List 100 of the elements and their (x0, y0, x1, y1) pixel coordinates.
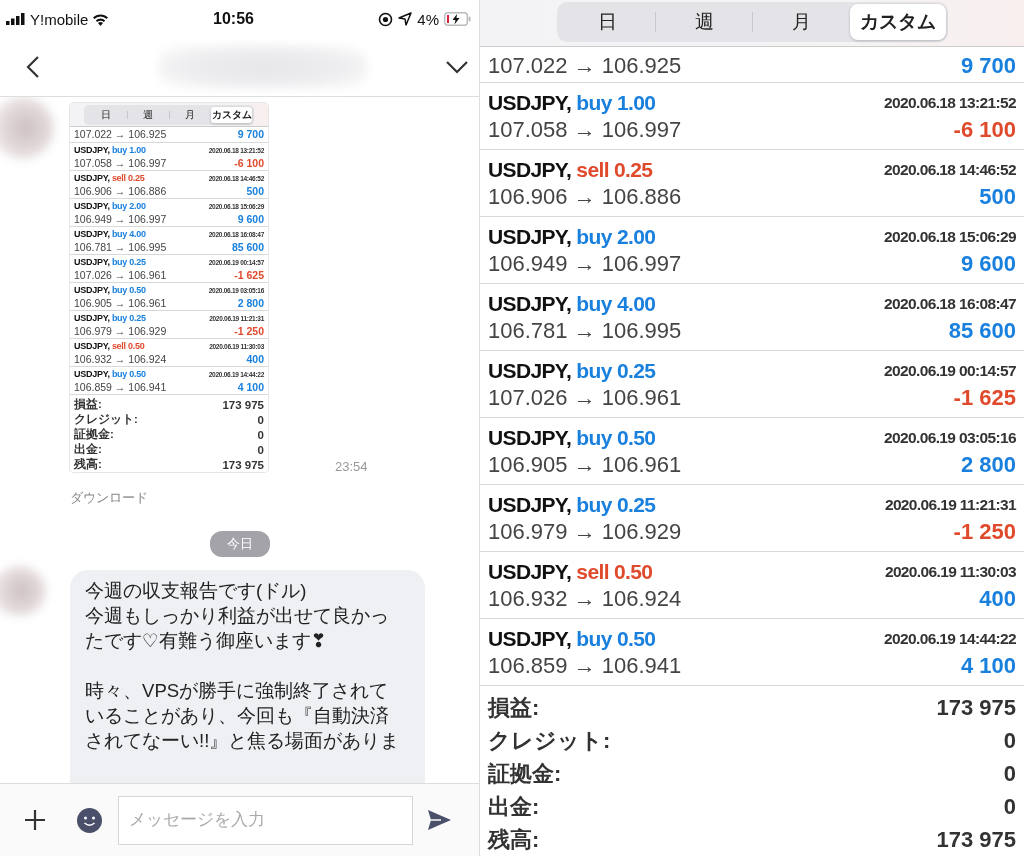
report-screenshot[interactable] (70, 103, 268, 473)
trade-time: 2020.06.19 00:14:57 (884, 361, 1016, 380)
trade-prices: 106.859 → 106.941 (488, 653, 682, 680)
trade-prices: 106.906 → 106.886 (74, 184, 167, 197)
summary-value: 173 975 (936, 694, 1016, 721)
wifi-icon (92, 12, 110, 26)
trade-profit: -6 100 (953, 117, 1016, 144)
chevron-down-icon[interactable] (445, 60, 469, 74)
trade-profit: 9 700 (960, 53, 1016, 80)
trade-profit: 9 700 (237, 127, 264, 140)
avatar (0, 566, 46, 617)
trade-title: USDJPY, buy 0.25 (74, 313, 146, 323)
trade-profit: 400 (246, 352, 264, 365)
period-tab[interactable]: 月 (169, 107, 211, 123)
summary-label: クレジット: (488, 726, 611, 755)
summary-label: 損益: (488, 693, 540, 722)
emoji-icon[interactable] (77, 807, 102, 833)
trade-profit: -1 250 (234, 324, 264, 337)
trade-title: USDJPY, buy 0.25 (74, 257, 146, 267)
trade-prices: 106.949 → 106.997 (74, 212, 167, 225)
message-text: 今週もしっかり利益が出せて良かっ (85, 604, 390, 629)
trade-title: USDJPY, buy 1.00 (74, 145, 146, 155)
trade-time: 2020.06.18 15:06:29 (884, 227, 1016, 246)
summary-label: 損益: (74, 397, 102, 413)
signal-icon (6, 13, 26, 25)
trade-profit: -1 625 (953, 385, 1016, 412)
trade-profit: 85 600 (948, 318, 1016, 345)
trade-profit: 4 100 (237, 380, 264, 393)
message-text: いることがあり、今回も『自動決済 (85, 704, 390, 729)
trade-time: 2020.06.18 14:46:52 (884, 160, 1016, 179)
back-icon[interactable] (26, 55, 40, 79)
summary-label: 証拠金: (488, 759, 562, 788)
trade-profit: 9 600 (960, 251, 1016, 278)
summary-label: 証拠金: (74, 427, 114, 443)
date-badge: 今日 (209, 531, 270, 558)
trade-profit: 2 800 (237, 296, 264, 309)
period-tab[interactable]: 月 (753, 4, 849, 40)
trade-title: USDJPY, buy 2.00 (488, 224, 656, 249)
message-text: 時々、VPSが勝手に強制終了されて (85, 679, 390, 704)
trade-prices: 107.022 → 106.925 (74, 127, 167, 140)
battery-percent: 4% (417, 10, 439, 28)
download-link[interactable]: ダウンロード (70, 490, 148, 508)
trade-prices: 106.781 → 106.995 (74, 240, 167, 253)
summary-value: 0 (257, 443, 264, 456)
trade-profit: -6 100 (234, 156, 264, 169)
period-tab[interactable]: カスタム (211, 107, 252, 123)
period-tab[interactable]: 日 (86, 107, 127, 123)
period-tab[interactable]: 週 (127, 107, 169, 123)
trade-prices: 106.905 → 106.961 (488, 452, 682, 479)
battery-icon (444, 12, 471, 26)
trade-time: 2020.06.19 14:44:22 (884, 629, 1016, 648)
message-text: されてなーい!!』と焦る場面がありま (85, 729, 401, 754)
trade-profit: 9 600 (237, 212, 264, 225)
trade-title: USDJPY, buy 0.50 (488, 626, 656, 651)
trade-profit: 4 100 (960, 653, 1016, 680)
trade-title: USDJPY, buy 4.00 (74, 229, 146, 239)
trade-prices: 106.979 → 106.929 (74, 324, 167, 337)
carrier-name: Y!mobile (30, 10, 89, 28)
trade-prices: 107.058 → 106.997 (74, 156, 167, 169)
trade-profit: -1 625 (234, 268, 264, 281)
trade-prices: 107.022 → 106.925 (488, 53, 682, 80)
plus-icon[interactable] (24, 809, 46, 831)
trade-time: 2020.06.19 11:21:31 (884, 495, 1016, 514)
period-tab[interactable]: 週 (656, 4, 752, 40)
trade-title: USDJPY, buy 2.00 (74, 201, 146, 211)
trade-title: USDJPY, buy 4.00 (488, 291, 656, 316)
trade-prices: 106.905 → 106.961 (74, 296, 167, 309)
trade-prices: 106.949 → 106.997 (488, 251, 682, 278)
summary-value: 0 (1003, 727, 1016, 754)
trade-prices: 106.859 → 106.941 (74, 380, 167, 393)
summary-value: 0 (1003, 760, 1016, 787)
trade-title: USDJPY, sell 0.50 (488, 559, 653, 584)
trade-profit: -1 250 (953, 519, 1016, 546)
message-time: 23:54 (335, 459, 368, 475)
trade-prices: 106.906 → 106.886 (488, 184, 682, 211)
trade-profit: 85 600 (231, 240, 264, 253)
trade-time: 2020.06.19 03:05:16 (884, 428, 1016, 447)
clock-time: 10:56 (212, 10, 255, 28)
rotation-lock-icon (378, 11, 394, 27)
trade-prices: 106.979 → 106.929 (488, 519, 682, 546)
trade-title: USDJPY, buy 1.00 (488, 90, 656, 115)
message-input[interactable]: メッセージを入力 (118, 795, 413, 845)
period-tab[interactable]: カスタム (850, 4, 946, 40)
trade-time: 2020.06.19 11:30:03 (884, 562, 1016, 581)
send-icon[interactable] (427, 809, 452, 831)
trade-title: USDJPY, sell 0.25 (74, 173, 145, 183)
message-text: たです♡有難う御座います❣ (85, 629, 328, 654)
trade-title: USDJPY, buy 0.50 (74, 285, 146, 295)
period-tab[interactable]: 日 (559, 4, 655, 40)
trade-title: USDJPY, buy 0.25 (488, 492, 656, 517)
summary-label: 残高: (74, 457, 102, 473)
summary-value: 0 (1003, 793, 1016, 820)
location-arrow-icon (398, 12, 413, 26)
trade-profit: 500 (246, 184, 264, 197)
summary-label: 残高: (488, 825, 540, 854)
summary-label: 出金: (74, 442, 102, 457)
trade-prices: 107.026 → 106.961 (488, 385, 682, 412)
trade-profit: 2 800 (960, 452, 1016, 479)
trade-prices: 106.781 → 106.995 (488, 318, 682, 345)
summary-label: 出金: (488, 792, 540, 821)
